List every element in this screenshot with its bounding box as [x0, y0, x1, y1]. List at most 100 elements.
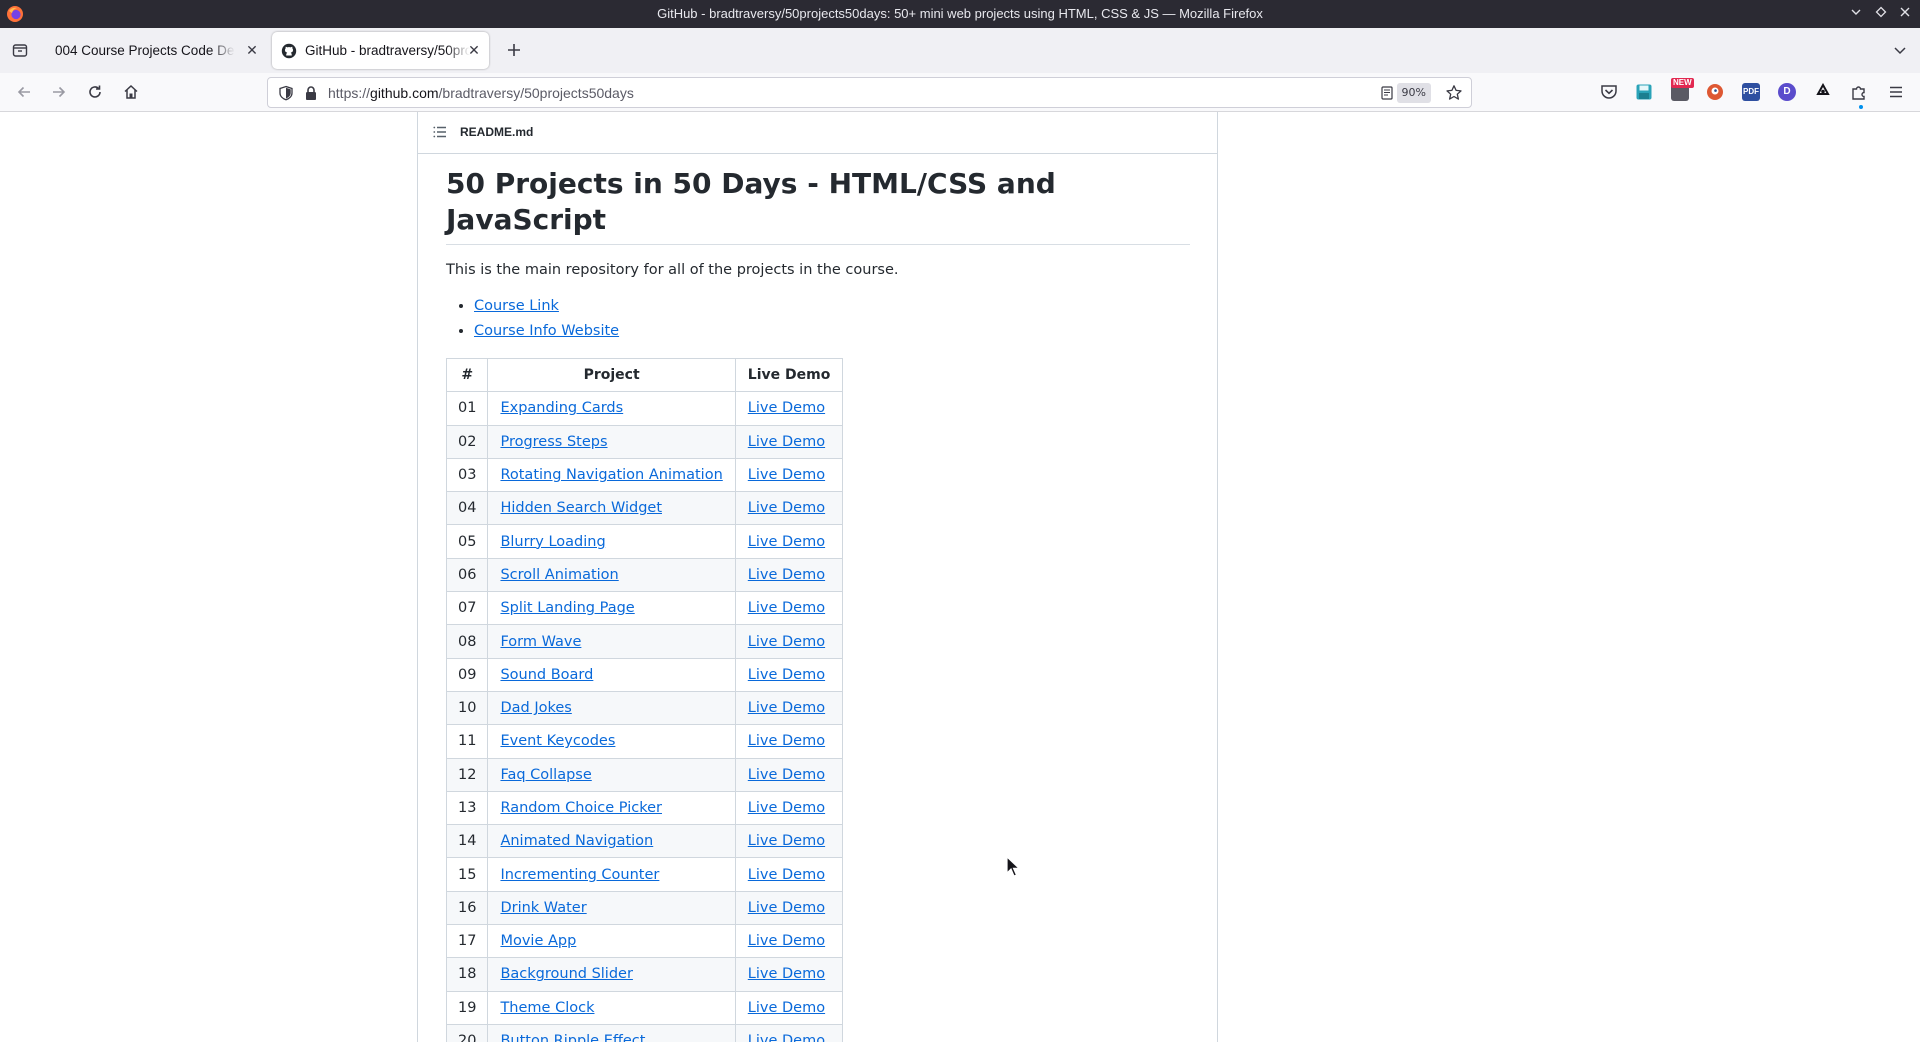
reader-view-icon[interactable] [1380, 86, 1394, 100]
list-all-tabs-icon[interactable] [1885, 35, 1915, 65]
extensions-puzzle-icon[interactable] [1850, 83, 1868, 101]
project-link[interactable]: Expanding Cards [500, 400, 623, 416]
d-extension-icon[interactable]: D [1778, 83, 1796, 101]
live-demo-link[interactable]: Live Demo [748, 600, 825, 616]
pdf-extension-icon[interactable]: PDF [1742, 83, 1760, 101]
live-demo-link[interactable]: Live Demo [748, 767, 825, 783]
live-demo-link[interactable]: Live Demo [748, 400, 825, 416]
readme-filename[interactable]: README.md [460, 125, 533, 139]
project-link[interactable]: Random Choice Picker [500, 800, 662, 816]
live-demo-cell: Live Demo [734, 890, 844, 926]
live-demo-link[interactable]: Live Demo [748, 634, 825, 650]
project-link[interactable]: Drink Water [500, 900, 586, 916]
project-cell: Incrementing Counter [487, 857, 736, 892]
tab-course-projects[interactable]: 004 Course Projects Code Demos ✕ [42, 32, 267, 69]
live-demo-link[interactable]: Live Demo [748, 434, 825, 450]
project-link[interactable]: Faq Collapse [500, 767, 591, 783]
live-demo-link[interactable]: Live Demo [748, 500, 825, 516]
back-arrow-icon[interactable] [10, 78, 38, 106]
live-demo-link[interactable]: Live Demo [748, 1033, 825, 1042]
project-link[interactable]: Form Wave [500, 634, 581, 650]
live-demo-link[interactable]: Live Demo [748, 667, 825, 683]
project-link[interactable]: Scroll Animation [500, 567, 618, 583]
table-row: 02 Progress Steps Live Demo [445, 424, 844, 459]
project-link[interactable]: Event Keycodes [500, 733, 615, 749]
table-row: 05 Blurry Loading Live Demo [445, 524, 844, 559]
live-demo-link[interactable]: Live Demo [748, 534, 825, 550]
table-row: 19 Theme Clock Live Demo [445, 990, 844, 1025]
live-demo-link[interactable]: Live Demo [748, 567, 825, 583]
recycle-extension-icon[interactable] [1814, 83, 1832, 101]
project-link[interactable]: Rotating Navigation Animation [500, 467, 722, 483]
table-row: 14 Animated Navigation Live Demo [445, 824, 844, 859]
project-link[interactable]: Progress Steps [500, 434, 607, 450]
duckduckgo-icon[interactable] [1706, 83, 1724, 101]
padlock-icon[interactable] [303, 85, 319, 101]
new-tab-icon[interactable] [499, 35, 529, 65]
project-number: 19 [445, 990, 489, 1025]
project-link[interactable]: Dad Jokes [500, 700, 571, 716]
column-header-number: # [445, 357, 489, 393]
project-link[interactable]: Button Ripple Effect [500, 1033, 645, 1042]
tab-github-repo[interactable]: GitHub - bradtraversy/50projects50days ✕ [272, 32, 489, 69]
pocket-icon[interactable] [1600, 83, 1618, 101]
firefox-view-icon[interactable] [5, 35, 35, 65]
table-row: 17 Movie App Live Demo [445, 924, 844, 959]
project-link[interactable]: Movie App [500, 933, 576, 949]
live-demo-link[interactable]: Live Demo [748, 700, 825, 716]
live-demo-link[interactable]: Live Demo [748, 833, 825, 849]
project-link[interactable]: Split Landing Page [500, 600, 634, 616]
live-demo-link[interactable]: Live Demo [748, 467, 825, 483]
close-window-icon[interactable] [1895, 4, 1915, 24]
home-icon[interactable] [117, 78, 145, 106]
url-bar[interactable]: https://github.com/bradtraversy/50projec… [267, 77, 1472, 108]
live-demo-link[interactable]: Live Demo [748, 800, 825, 816]
course-info-website-link[interactable]: Course Info Website [474, 323, 619, 339]
project-cell: Split Landing Page [487, 591, 736, 626]
project-link[interactable]: Blurry Loading [500, 534, 605, 550]
forward-arrow-icon[interactable] [45, 78, 73, 106]
project-number: 03 [445, 457, 489, 493]
bookmark-star-icon[interactable] [1445, 84, 1463, 102]
live-demo-cell: Live Demo [734, 624, 844, 659]
live-demo-link[interactable]: Live Demo [748, 933, 825, 949]
readme-header: README.md [418, 112, 1217, 154]
zoom-level-badge[interactable]: 90% [1396, 83, 1431, 103]
live-demo-link[interactable]: Live Demo [748, 867, 825, 883]
project-number: 09 [445, 657, 489, 692]
live-demo-cell: Live Demo [734, 1023, 844, 1042]
live-demo-cell: Live Demo [734, 657, 844, 692]
project-link[interactable]: Theme Clock [500, 1000, 594, 1016]
course-link[interactable]: Course Link [474, 298, 559, 314]
url-text[interactable]: https://github.com/bradtraversy/50projec… [328, 85, 634, 101]
reload-icon[interactable] [81, 78, 109, 106]
outline-list-icon[interactable] [432, 124, 448, 140]
live-demo-cell: Live Demo [734, 457, 844, 493]
page-content: README.md 50 Projects in 50 Days - HTML/… [0, 112, 1920, 1042]
live-demo-cell: Live Demo [734, 990, 844, 1025]
project-link[interactable]: Animated Navigation [500, 833, 653, 849]
new-extension-icon[interactable]: NEW [1671, 78, 1694, 101]
save-extension-icon[interactable] [1635, 83, 1653, 101]
restore-icon[interactable] [1871, 4, 1891, 24]
project-link[interactable]: Background Slider [500, 966, 632, 982]
hamburger-menu-icon[interactable] [1887, 83, 1905, 101]
readme-panel: README.md 50 Projects in 50 Days - HTML/… [417, 112, 1218, 1042]
project-link[interactable]: Sound Board [500, 667, 593, 683]
minimize-icon[interactable] [1846, 4, 1866, 24]
table-row: 03 Rotating Navigation Animation Live Demo [445, 457, 844, 493]
live-demo-link[interactable]: Live Demo [748, 733, 825, 749]
live-demo-link[interactable]: Live Demo [748, 1000, 825, 1016]
tracking-protection-shield-icon[interactable] [278, 85, 294, 101]
table-row: 10 Dad Jokes Live Demo [445, 690, 844, 726]
close-tab-icon[interactable]: ✕ [243, 41, 261, 59]
project-cell: Faq Collapse [487, 757, 736, 792]
close-tab-icon[interactable]: ✕ [465, 41, 483, 59]
project-link[interactable]: Hidden Search Widget [500, 500, 662, 516]
readme-title: 50 Projects in 50 Days - HTML/CSS and Ja… [446, 166, 1190, 245]
project-cell: Expanding Cards [487, 391, 736, 426]
live-demo-link[interactable]: Live Demo [748, 900, 825, 916]
live-demo-link[interactable]: Live Demo [748, 966, 825, 982]
project-cell: Progress Steps [487, 424, 736, 459]
project-link[interactable]: Incrementing Counter [500, 867, 659, 883]
